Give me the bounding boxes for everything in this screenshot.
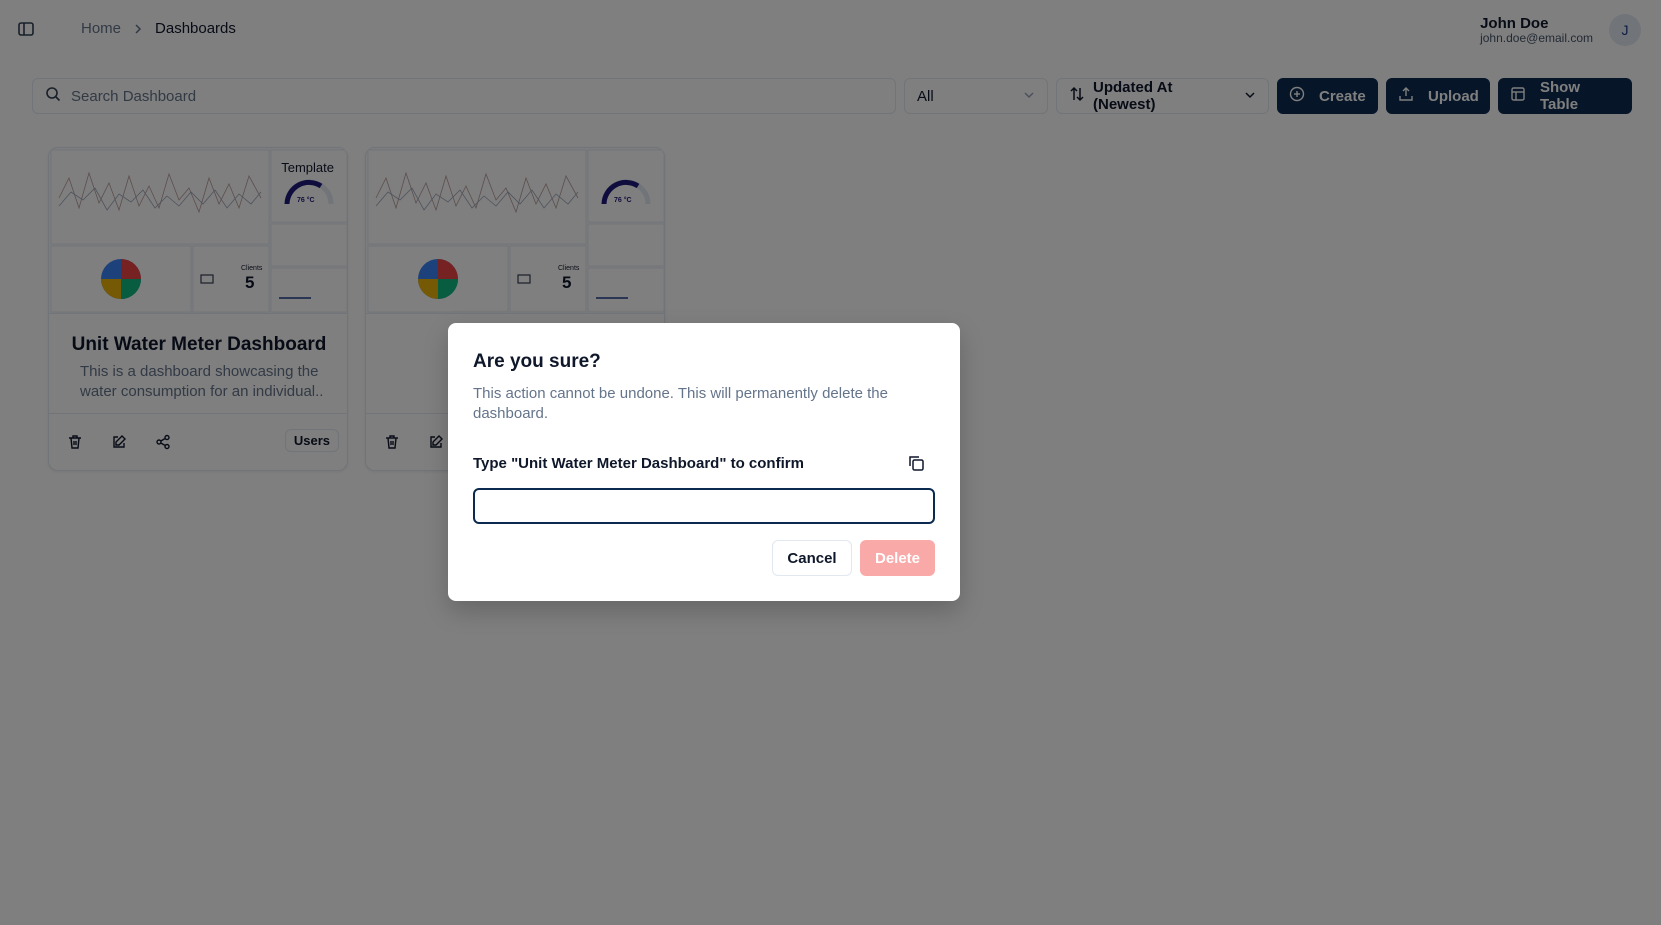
dialog-title: Are you sure?	[473, 351, 601, 372]
delete-button[interactable]: Delete	[860, 540, 935, 576]
copy-icon[interactable]	[907, 454, 925, 472]
dialog-description: This action cannot be undone. This will …	[473, 385, 888, 422]
confirm-label: Type "Unit Water Meter Dashboard" to con…	[473, 455, 804, 472]
cancel-button[interactable]: Cancel	[772, 540, 852, 576]
delete-confirm-dialog: Are you sure? This action cannot be undo…	[448, 323, 960, 601]
confirm-input[interactable]	[473, 488, 935, 524]
